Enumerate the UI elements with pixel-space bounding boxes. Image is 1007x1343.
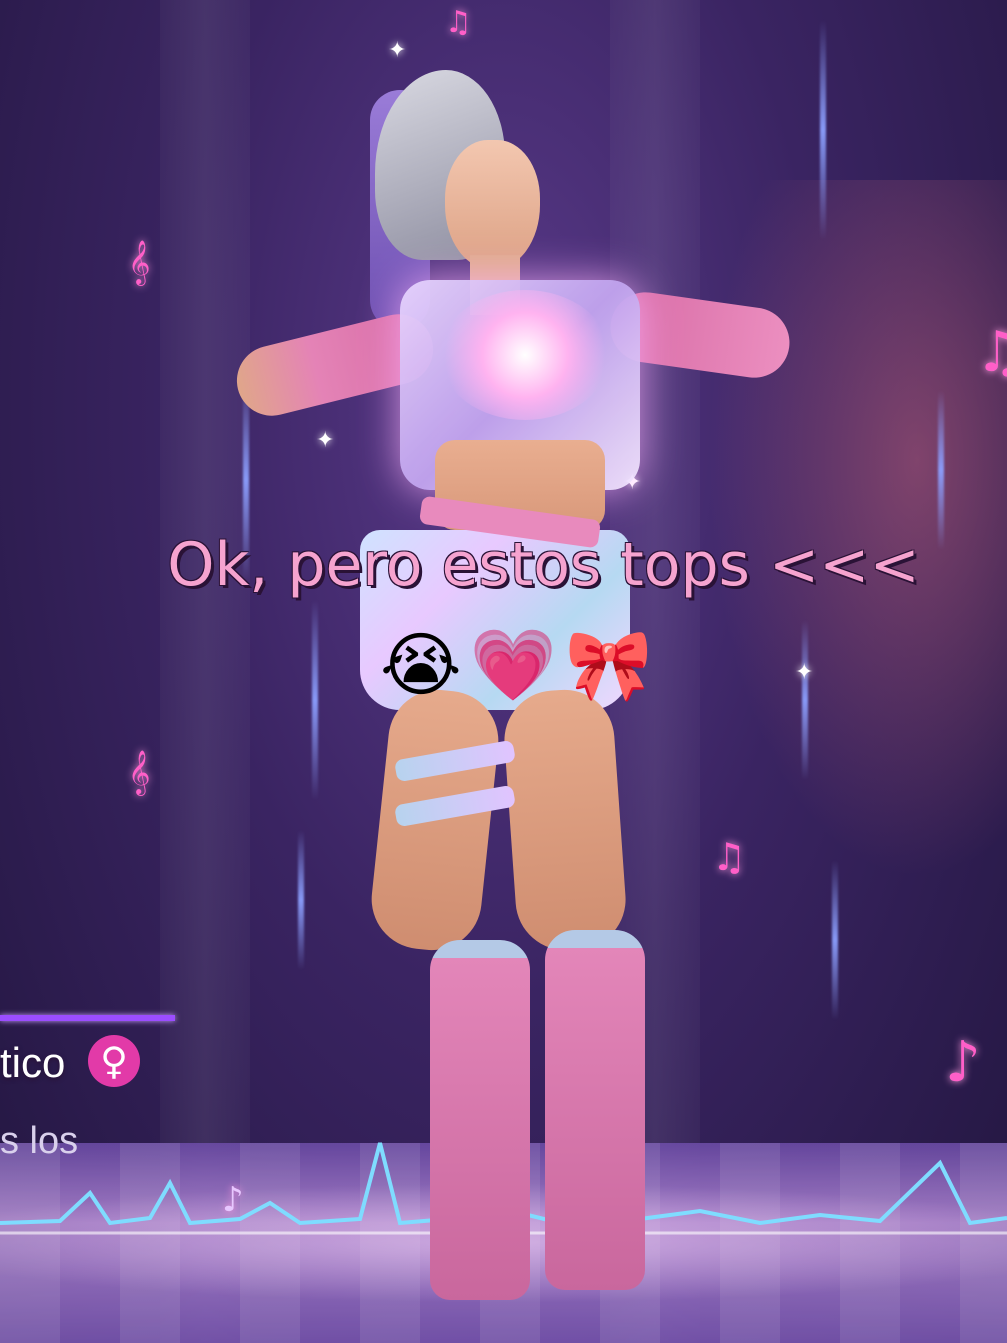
- light-beam: [802, 620, 808, 780]
- light-beam: [938, 390, 944, 550]
- music-note-icon: 𝄞: [128, 750, 151, 794]
- caption-text: Ok, pero estos tops <<<: [167, 530, 920, 600]
- caption-overlay: Ok, pero estos tops <<<: [0, 530, 1007, 600]
- music-note-icon: ♫: [975, 320, 1007, 385]
- character-face: [445, 140, 540, 270]
- panel-accent-line: [0, 1015, 175, 1021]
- ribbon-emoji: 🎀: [564, 624, 653, 706]
- music-note-icon: ♫: [445, 5, 472, 40]
- character-info-panel: tico ♀ s los: [0, 1015, 175, 1162]
- pink-heart-emoji: 💗: [469, 624, 557, 706]
- character-name: tico: [0, 1039, 66, 1086]
- caption-emoji-row: 😭 💗 🎀: [380, 625, 652, 705]
- light-beam: [832, 860, 838, 1020]
- light-beam: [820, 20, 826, 240]
- music-note-icon: ♪: [945, 1030, 981, 1095]
- character-subtitle: s los: [0, 1120, 79, 1162]
- character-left-boot: [430, 940, 530, 1300]
- character-right-boot: [545, 930, 645, 1290]
- character-right-leg: [501, 686, 629, 954]
- female-sign-icon: ♀: [88, 1035, 140, 1087]
- music-note-icon: 𝄞: [128, 240, 151, 284]
- heart-glow-effect: [440, 290, 610, 420]
- crying-face-emoji: 😭: [380, 624, 462, 706]
